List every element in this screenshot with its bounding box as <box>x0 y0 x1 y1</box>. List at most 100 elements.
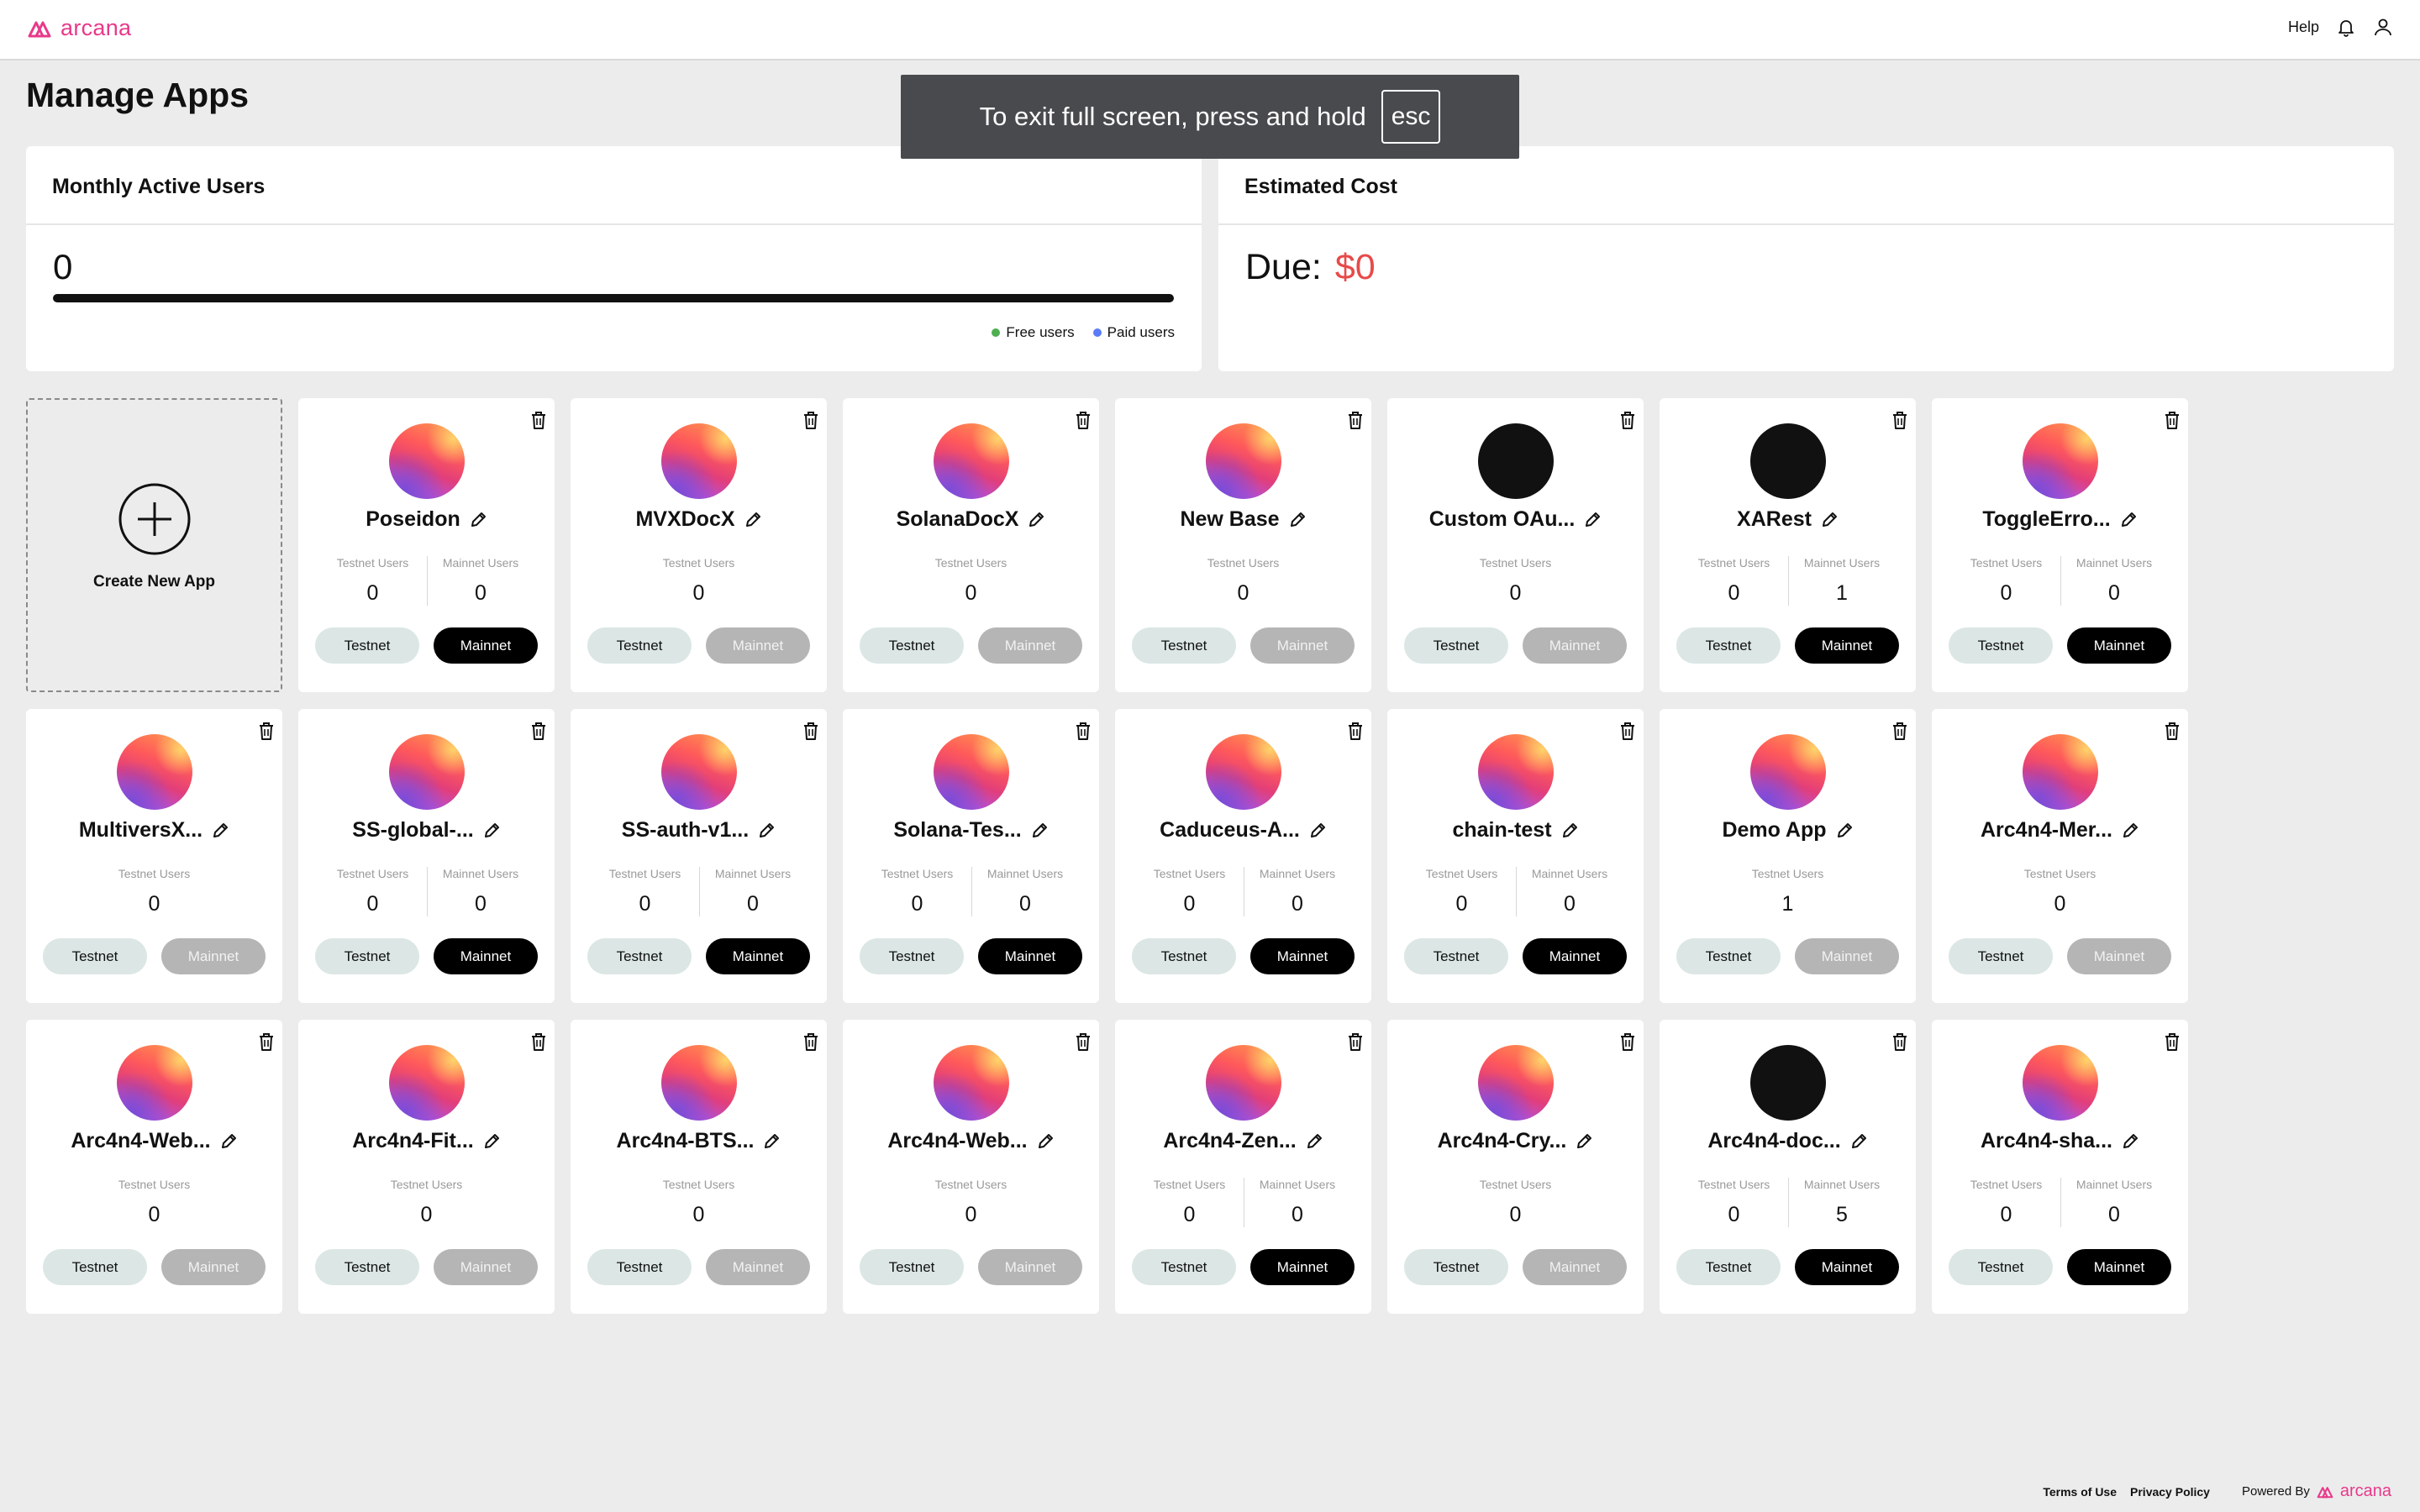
mainnet-button[interactable]: Mainnet <box>434 627 538 664</box>
mainnet-button[interactable]: Mainnet <box>1795 938 1899 974</box>
user-icon[interactable] <box>2373 17 2393 37</box>
trash-icon[interactable] <box>1618 410 1637 430</box>
trash-icon[interactable] <box>1346 1032 1365 1052</box>
trash-icon[interactable] <box>2163 410 2181 430</box>
testnet-button[interactable]: Testnet <box>1132 627 1236 664</box>
mainnet-button[interactable]: Mainnet <box>2067 627 2171 664</box>
mainnet-button[interactable]: Mainnet <box>706 627 810 664</box>
pencil-icon[interactable] <box>1027 511 1045 529</box>
testnet-button[interactable]: Testnet <box>315 938 419 974</box>
trash-icon[interactable] <box>529 721 548 741</box>
mainnet-button[interactable]: Mainnet <box>978 627 1082 664</box>
pencil-icon[interactable] <box>2121 1132 2139 1151</box>
mainnet-button[interactable]: Mainnet <box>2067 938 2171 974</box>
trash-icon[interactable] <box>1074 1032 1092 1052</box>
mainnet-button[interactable]: Mainnet <box>2067 1249 2171 1285</box>
mainnet-button[interactable]: Mainnet <box>1523 627 1627 664</box>
pencil-icon[interactable] <box>482 1132 501 1151</box>
trash-icon[interactable] <box>1618 721 1637 741</box>
mainnet-button[interactable]: Mainnet <box>434 1249 538 1285</box>
trash-icon[interactable] <box>257 1032 276 1052</box>
testnet-button[interactable]: Testnet <box>860 1249 964 1285</box>
mainnet-button[interactable]: Mainnet <box>1250 938 1355 974</box>
mainnet-button[interactable]: Mainnet <box>706 938 810 974</box>
trash-icon[interactable] <box>529 410 548 430</box>
trash-icon[interactable] <box>1891 1032 1909 1052</box>
mainnet-button[interactable]: Mainnet <box>1795 627 1899 664</box>
testnet-button[interactable]: Testnet <box>1132 938 1236 974</box>
pencil-icon[interactable] <box>219 1132 238 1151</box>
trash-icon[interactable] <box>1346 721 1365 741</box>
arcana-logo[interactable]: arcana <box>25 15 131 41</box>
mainnet-button[interactable]: Mainnet <box>978 1249 1082 1285</box>
pencil-icon[interactable] <box>1835 822 1854 840</box>
terms-of-use-link[interactable]: Terms of Use <box>2043 1485 2117 1499</box>
pencil-icon[interactable] <box>1308 822 1327 840</box>
pencil-icon[interactable] <box>1288 511 1307 529</box>
trash-icon[interactable] <box>1891 721 1909 741</box>
testnet-button[interactable]: Testnet <box>315 627 419 664</box>
trash-icon[interactable] <box>2163 721 2181 741</box>
trash-icon[interactable] <box>802 1032 820 1052</box>
testnet-button[interactable]: Testnet <box>1404 1249 1508 1285</box>
trash-icon[interactable] <box>1618 1032 1637 1052</box>
testnet-button[interactable]: Testnet <box>1676 627 1781 664</box>
testnet-button[interactable]: Testnet <box>587 1249 692 1285</box>
trash-icon[interactable] <box>1074 721 1092 741</box>
trash-icon[interactable] <box>802 410 820 430</box>
testnet-button[interactable]: Testnet <box>860 627 964 664</box>
pencil-icon[interactable] <box>1849 1132 1868 1151</box>
pencil-icon[interactable] <box>1583 511 1602 529</box>
testnet-button[interactable]: Testnet <box>1404 627 1508 664</box>
create-new-app-card[interactable]: Create New App <box>26 398 282 692</box>
mainnet-button[interactable]: Mainnet <box>1250 627 1355 664</box>
testnet-button[interactable]: Testnet <box>1949 1249 2053 1285</box>
testnet-button[interactable]: Testnet <box>1676 938 1781 974</box>
pencil-icon[interactable] <box>2119 511 2138 529</box>
testnet-button[interactable]: Testnet <box>1949 627 2053 664</box>
testnet-button[interactable]: Testnet <box>43 938 147 974</box>
pencil-icon[interactable] <box>744 511 762 529</box>
mainnet-button[interactable]: Mainnet <box>706 1249 810 1285</box>
trash-icon[interactable] <box>529 1032 548 1052</box>
bell-icon[interactable] <box>2336 17 2356 37</box>
testnet-button[interactable]: Testnet <box>587 938 692 974</box>
testnet-button[interactable]: Testnet <box>1676 1249 1781 1285</box>
trash-icon[interactable] <box>1891 410 1909 430</box>
pencil-icon[interactable] <box>1560 822 1579 840</box>
pencil-icon[interactable] <box>1030 822 1049 840</box>
pencil-icon[interactable] <box>469 511 487 529</box>
trash-icon[interactable] <box>2163 1032 2181 1052</box>
trash-icon[interactable] <box>802 721 820 741</box>
pencil-icon[interactable] <box>1575 1132 1593 1151</box>
pencil-icon[interactable] <box>482 822 501 840</box>
mainnet-button[interactable]: Mainnet <box>161 938 266 974</box>
trash-icon[interactable] <box>257 721 276 741</box>
mainnet-button[interactable]: Mainnet <box>434 938 538 974</box>
pencil-icon[interactable] <box>211 822 229 840</box>
help-link[interactable]: Help <box>2288 18 2319 36</box>
mainnet-button[interactable]: Mainnet <box>1523 1249 1627 1285</box>
pencil-icon[interactable] <box>2121 822 2139 840</box>
pencil-icon[interactable] <box>1036 1132 1055 1151</box>
pencil-icon[interactable] <box>757 822 776 840</box>
mainnet-button[interactable]: Mainnet <box>161 1249 266 1285</box>
testnet-button[interactable]: Testnet <box>43 1249 147 1285</box>
mainnet-button[interactable]: Mainnet <box>1523 938 1627 974</box>
privacy-policy-link[interactable]: Privacy Policy <box>2130 1485 2210 1499</box>
testnet-button[interactable]: Testnet <box>587 627 692 664</box>
mainnet-button[interactable]: Mainnet <box>1250 1249 1355 1285</box>
pencil-icon[interactable] <box>1820 511 1839 529</box>
pencil-icon[interactable] <box>1305 1132 1323 1151</box>
mainnet-button[interactable]: Mainnet <box>978 938 1082 974</box>
app-card: Arc4n4-Web... Testnet Users 0 Testnet Mainne… <box>26 1020 282 1314</box>
testnet-button[interactable]: Testnet <box>1949 938 2053 974</box>
testnet-button[interactable]: Testnet <box>1404 938 1508 974</box>
pencil-icon[interactable] <box>762 1132 781 1151</box>
testnet-button[interactable]: Testnet <box>1132 1249 1236 1285</box>
mainnet-button[interactable]: Mainnet <box>1795 1249 1899 1285</box>
trash-icon[interactable] <box>1074 410 1092 430</box>
testnet-button[interactable]: Testnet <box>860 938 964 974</box>
trash-icon[interactable] <box>1346 410 1365 430</box>
testnet-button[interactable]: Testnet <box>315 1249 419 1285</box>
